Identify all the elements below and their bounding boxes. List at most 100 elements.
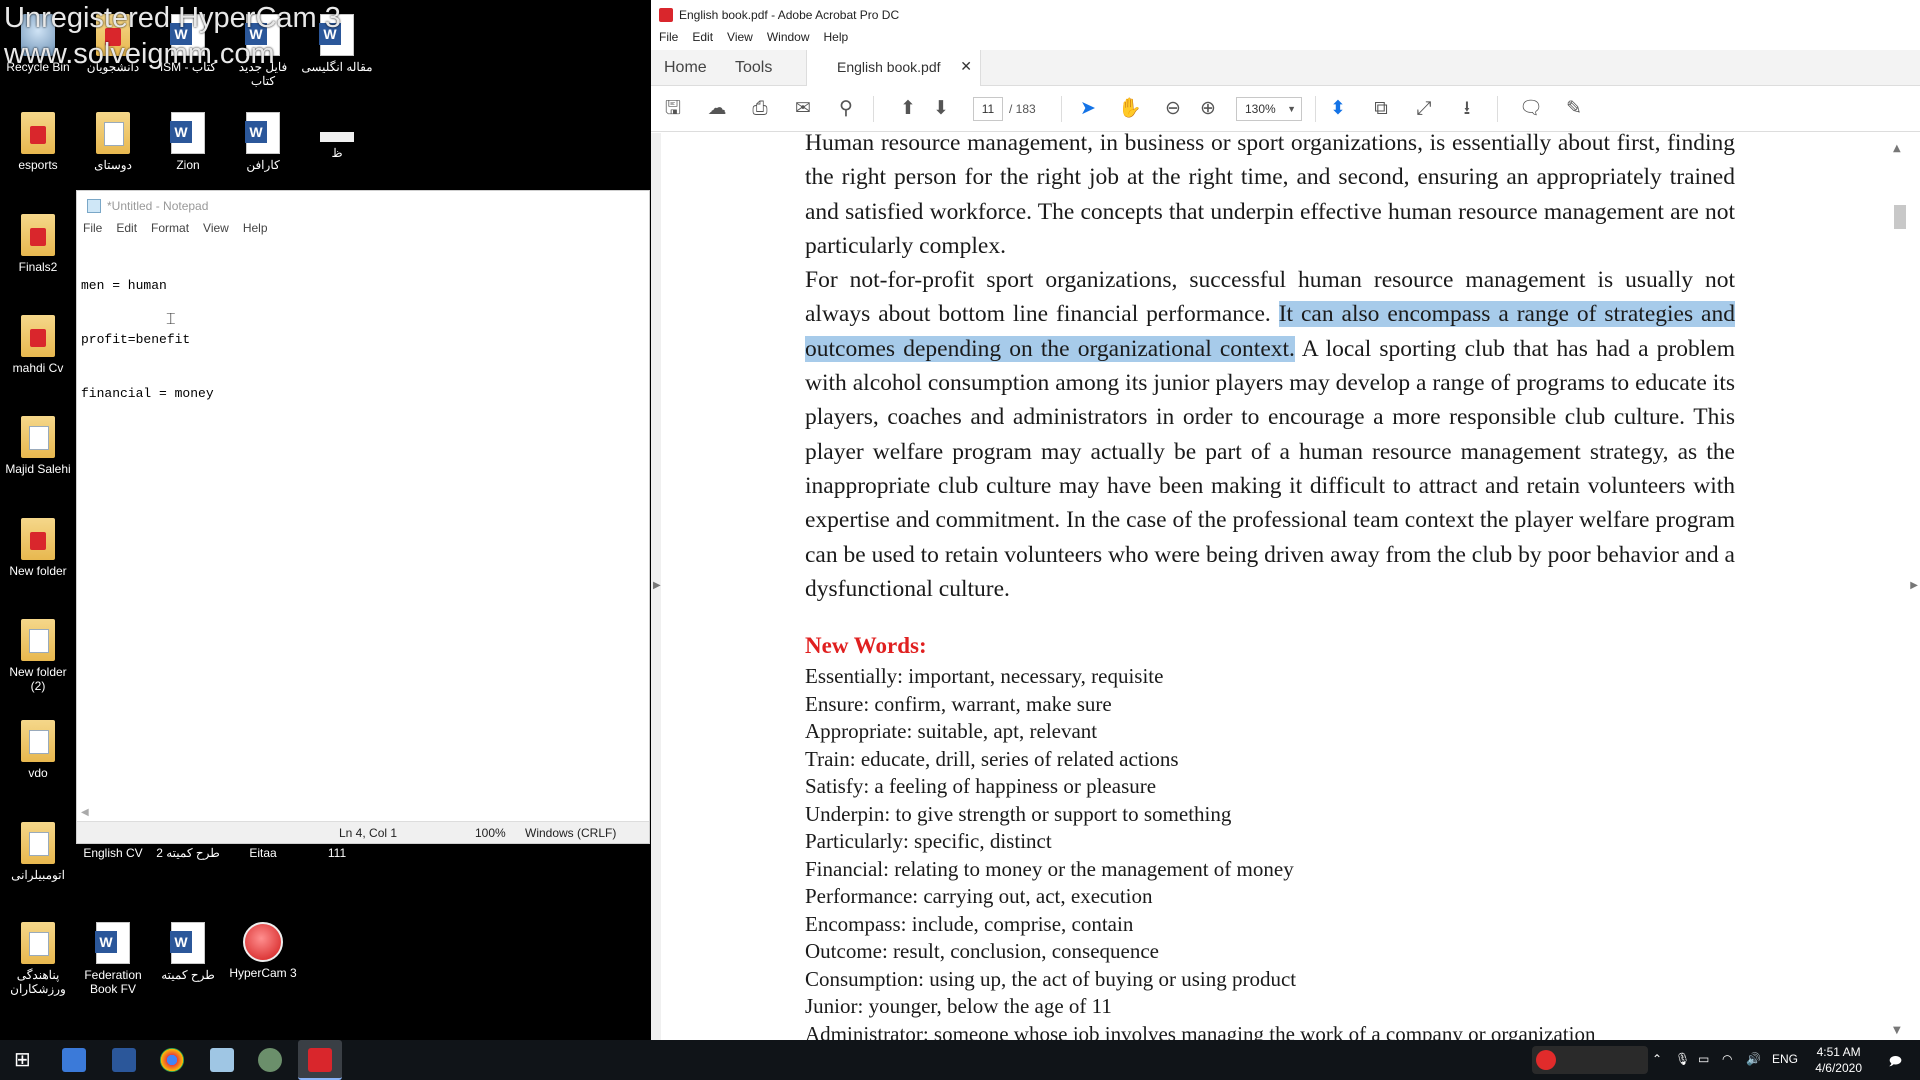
folder-icon — [21, 112, 55, 154]
upload-cloud-icon[interactable]: ☁ — [705, 97, 729, 121]
desktop-icon-hypercam[interactable]: HyperCam 3 — [226, 922, 300, 980]
clock-date: 4/6/2020 — [1815, 1061, 1862, 1075]
scroll-mode-icon[interactable]: ⭳ — [1455, 97, 1479, 121]
input-language[interactable]: ENG — [1772, 1052, 1798, 1066]
battery-icon[interactable]: ▭ — [1698, 1052, 1709, 1066]
acrobat-title-bar[interactable]: English book.pdf - Adobe Acrobat Pro DC — [651, 0, 1920, 30]
desktop-icon-mahdi-cv[interactable]: mahdi Cv — [1, 315, 75, 375]
comment-icon[interactable]: 🗨 — [1519, 97, 1543, 121]
hypercam-recorder-widget[interactable] — [1532, 1046, 1648, 1074]
toolbar-divider — [1061, 96, 1062, 122]
zoom-in-icon[interactable]: ⊕ — [1196, 97, 1220, 121]
email-icon[interactable]: ✉ — [791, 97, 815, 121]
tab-home[interactable]: Home — [664, 59, 707, 77]
left-panel-rail[interactable]: ▶ — [651, 133, 661, 1040]
record-icon[interactable] — [1536, 1050, 1556, 1070]
desktop-icon-majid-salehi[interactable]: Majid Salehi — [1, 416, 75, 476]
desktop-icon-finals2[interactable]: Finals2 — [1, 214, 75, 274]
pdf-vertical-scrollbar[interactable]: ▲ ▼ — [1892, 133, 1906, 1040]
tab-document[interactable]: English book.pdf ✕ — [806, 50, 981, 86]
notepad-menu-format[interactable]: Format — [151, 221, 189, 239]
wifi-icon[interactable]: ◠ — [1722, 1052, 1732, 1066]
new-words-heading: New Words: — [805, 633, 927, 658]
highlight-pen-icon[interactable]: ✎ — [1562, 97, 1586, 121]
close-tab-icon[interactable]: ✕ — [960, 58, 972, 75]
acrobat-menu-edit[interactable]: Edit — [692, 30, 713, 50]
hypercam-icon — [243, 922, 283, 962]
expand-right-panel-icon[interactable]: ▶ — [1910, 580, 1918, 591]
file-explorer-icon[interactable] — [62, 1048, 86, 1072]
previous-page-icon[interactable]: ⬆ — [896, 97, 920, 121]
next-page-icon[interactable]: ⬇ — [929, 97, 953, 121]
acrobat-menu-window[interactable]: Window — [767, 30, 810, 50]
pdf-paragraph: Human resource management, in business o… — [805, 133, 1735, 259]
desktop-icon-athlete-asylum[interactable]: پناهندگی ورزشکاران — [1, 922, 75, 996]
desktop-icon-new-folder-2[interactable]: New folder (2) — [1, 619, 75, 693]
notepad-text-area[interactable]: men = human profit=benefit financial = m… — [77, 239, 649, 441]
notepad-horizontal-scrollbar[interactable]: ◀ — [77, 807, 649, 821]
notification-center-icon[interactable]: 🗩 — [1889, 1052, 1902, 1073]
search-icon[interactable]: ⚲ — [834, 97, 858, 121]
hand-tool-icon[interactable]: ✋ — [1118, 97, 1142, 121]
desktop-icon-eitaa[interactable]: Eitaa — [226, 846, 300, 860]
notepad-menu-help[interactable]: Help — [243, 221, 268, 239]
tab-tools[interactable]: Tools — [735, 59, 772, 77]
show-hidden-icons-icon[interactable]: ⌃ — [1652, 1052, 1662, 1066]
app-taskbar-icon[interactable] — [258, 1048, 282, 1072]
list-item: Outcome: result, conclusion, consequence — [805, 939, 1159, 963]
microphone-icon[interactable]: 🎙 — [1675, 1052, 1690, 1066]
folder-icon — [21, 822, 55, 864]
scroll-up-icon[interactable]: ▲ — [1893, 143, 1901, 154]
folder-icon — [21, 214, 55, 256]
zoom-out-icon[interactable]: ⊖ — [1161, 97, 1185, 121]
acrobat-menu-view[interactable]: View — [727, 30, 753, 50]
acrobat-menu-file[interactable]: File — [659, 30, 678, 50]
desktop-icon-committee-plan[interactable]: طرح کمیته — [151, 922, 225, 982]
word-taskbar-icon[interactable] — [112, 1048, 136, 1072]
desktop-icon-federation-book[interactable]: Federation Book FV — [76, 922, 150, 996]
scrollbar-thumb[interactable] — [1894, 205, 1906, 229]
print-icon[interactable]: ⎙ — [748, 97, 772, 121]
desktop-icon-zion[interactable]: Zion — [151, 112, 225, 172]
page-number-input[interactable]: 11 — [973, 97, 1003, 121]
notepad-title-bar[interactable]: *Untitled - Notepad — [77, 191, 649, 221]
list-item: Underpin: to give strength or support to… — [805, 801, 1232, 826]
notepad-menu-view[interactable]: View — [203, 221, 229, 239]
list-item: Ensure: confirm, warrant, make sure — [805, 691, 1112, 716]
desktop-icon-english-cv[interactable]: English CV — [76, 846, 150, 860]
zoom-select[interactable]: 130% ▼ — [1236, 97, 1302, 121]
volume-icon[interactable]: 🔊 — [1746, 1052, 1761, 1066]
desktop-icon-esports[interactable]: esports — [1, 112, 75, 172]
full-screen-icon[interactable]: ⤢ — [1412, 97, 1436, 121]
desktop-icon-committee-plan-2[interactable]: طرح کمیته 2 — [151, 846, 225, 860]
acrobat-menu-help[interactable]: Help — [824, 30, 849, 50]
acrobat-taskbar-button[interactable] — [298, 1040, 342, 1080]
select-cursor-icon[interactable]: ➤ — [1076, 97, 1100, 121]
chrome-icon[interactable] — [160, 1048, 184, 1072]
save-icon[interactable]: 🖫 — [661, 97, 685, 121]
desktop-icon-karafan[interactable]: کارافن — [226, 112, 300, 172]
expand-left-panel-icon[interactable]: ▶ — [653, 580, 661, 591]
desktop-icon-zah[interactable]: ظ — [300, 112, 374, 160]
zoom-level: 100% — [475, 826, 506, 840]
notepad-menu-edit[interactable]: Edit — [116, 221, 137, 239]
desktop-icon-motorsport[interactable]: اتومبیلرانی — [1, 822, 75, 882]
notepad-menu-file[interactable]: File — [83, 221, 102, 239]
rotate-view-icon[interactable]: ⧉ — [1369, 97, 1393, 121]
acrobat-title: English book.pdf - Adobe Acrobat Pro DC — [679, 8, 900, 22]
cursor-position: Ln 4, Col 1 — [339, 826, 398, 840]
list-item: Administrator: someone whose job involve… — [805, 1021, 1596, 1041]
folder-icon — [21, 922, 55, 964]
desktop-icon-friends[interactable]: دوستای — [76, 112, 150, 172]
scroll-down-icon[interactable]: ▼ — [1893, 1025, 1901, 1036]
windows-start-icon[interactable]: ⊞ — [14, 1048, 38, 1072]
desktop-icon-new-folder[interactable]: New folder — [1, 518, 75, 578]
desktop-icon-vdo[interactable]: vdo — [1, 720, 75, 780]
system-clock[interactable]: 4:51 AM 4/6/2020 — [1815, 1044, 1862, 1076]
word-document-icon — [95, 922, 130, 964]
desktop-icon-111[interactable]: 111 — [300, 846, 374, 860]
fit-page-icon[interactable]: ⬍ — [1326, 97, 1350, 121]
notepad-window: *Untitled - Notepad File Edit Format Vie… — [76, 190, 650, 844]
notepad-taskbar-icon[interactable] — [210, 1048, 234, 1072]
pdf-viewer[interactable]: ▶ Human resource management, in business… — [651, 133, 1920, 1040]
